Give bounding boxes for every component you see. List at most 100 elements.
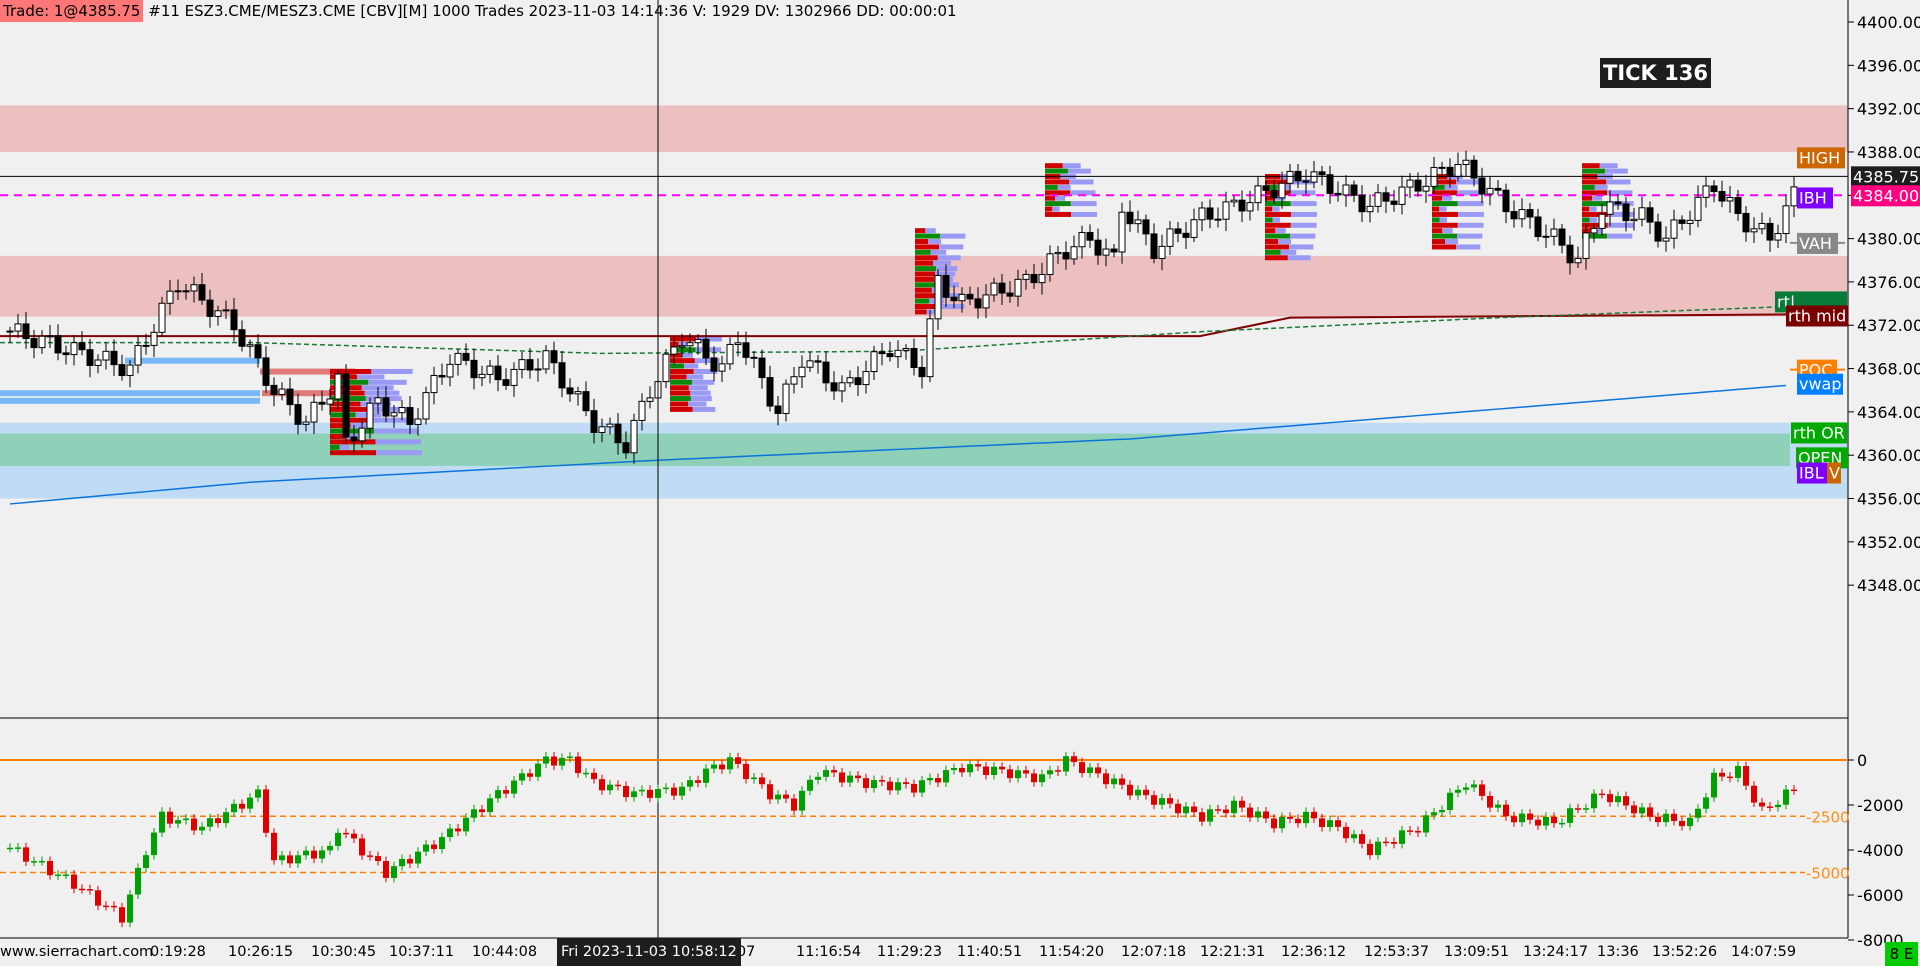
candle-body	[502, 379, 510, 386]
volume-profile-bar	[357, 374, 385, 380]
delta-bar	[631, 791, 637, 798]
volume-profile-bar	[1290, 233, 1316, 239]
candle-body	[942, 274, 950, 298]
candle-body	[358, 427, 366, 442]
price-tick-label: 4400.00	[1857, 13, 1920, 32]
volume-profile-bar	[1582, 163, 1600, 169]
delta-bar	[1055, 770, 1061, 772]
last-price-label: 4385.75	[1853, 167, 1919, 186]
delta-bar	[287, 855, 293, 864]
delta-bar	[167, 811, 173, 824]
candle-body	[1558, 228, 1566, 246]
candle-body	[54, 335, 62, 354]
delta-bar	[991, 766, 997, 776]
delta-bar	[1127, 784, 1133, 796]
candle-body	[206, 299, 214, 317]
volume-profile-bar	[1604, 168, 1628, 174]
candle-body	[382, 397, 390, 417]
candle-body	[582, 391, 590, 412]
delta-bar	[1119, 778, 1125, 785]
price-chart[interactable]: 4400.00 4396.00 4392.00 4388.00 4384.00 4380.…	[0, 0, 1920, 966]
volume-profile-bar	[1062, 163, 1081, 169]
delta-bar	[183, 818, 189, 821]
time-label: 13:52:26	[1652, 944, 1718, 960]
candle-body	[1006, 292, 1014, 297]
candle-body	[1414, 179, 1422, 192]
candle-body	[886, 353, 894, 358]
delta-bar	[1207, 809, 1213, 822]
time-label: 0:19:28	[150, 944, 206, 960]
delta-bar	[823, 770, 829, 777]
delta-bar	[1567, 808, 1573, 823]
delta-bar	[231, 803, 237, 813]
volume-profile-bar	[1290, 201, 1317, 207]
candle-body	[1446, 166, 1454, 177]
delta-bar	[807, 779, 813, 791]
candle-body	[574, 391, 582, 395]
volume-profile-bar	[1272, 206, 1280, 212]
delta-bar	[927, 778, 933, 781]
delta-bar	[727, 757, 733, 770]
candle-body	[966, 293, 974, 300]
delta-bar	[1511, 816, 1517, 823]
price-tick-label: 4360.00	[1857, 446, 1920, 465]
candle-body	[374, 397, 382, 404]
time-label: 12:07:18	[1121, 944, 1187, 960]
candle-body	[470, 359, 478, 379]
candle-body	[814, 360, 822, 363]
delta-bar	[1327, 820, 1333, 828]
delta-bar	[151, 832, 157, 856]
delta-bar	[599, 779, 605, 791]
delta-bar	[1151, 795, 1157, 805]
chart-header: Trade: 1@4385.75 #11 ESZ3.CME/MESZ3.CME …	[0, 0, 957, 22]
candle-body	[238, 329, 246, 347]
delta-bar	[719, 764, 725, 770]
candle-body	[1638, 207, 1646, 220]
volume-profile-bar	[915, 282, 937, 288]
candle-body	[262, 357, 270, 386]
delta-bar	[143, 855, 149, 868]
delta-bar	[711, 764, 717, 769]
volume-profile-bar	[915, 233, 941, 239]
delta-bar	[679, 786, 685, 796]
delta-bar	[855, 775, 861, 779]
volume-profile-bar	[1045, 168, 1068, 174]
time-label: 10:30:45	[311, 944, 377, 960]
candle-body	[46, 335, 54, 338]
candle-body	[1582, 232, 1590, 259]
delta-bar	[1143, 789, 1149, 796]
volume-profile-bar	[330, 417, 373, 423]
candle-body	[878, 351, 886, 355]
candle-body	[1782, 205, 1790, 235]
delta-bar	[447, 828, 453, 838]
volume-profile-bar	[1265, 244, 1290, 250]
delta-tick-label: 0	[1857, 751, 1867, 770]
volume-profile-bar	[1070, 201, 1097, 207]
volume-profile-bar	[1287, 255, 1311, 261]
candle-body	[94, 359, 102, 366]
candle-body	[174, 290, 182, 293]
delta-bar	[431, 844, 437, 850]
delta-bar	[15, 847, 21, 849]
delta-bar	[335, 832, 341, 846]
volume-profile-bar	[915, 287, 932, 293]
time-label: 11:16:54	[796, 944, 862, 960]
delta-bar	[1759, 802, 1765, 807]
delta-bar	[1631, 805, 1637, 814]
delta-bar	[39, 860, 45, 863]
rth-mid-line	[0, 313, 1791, 338]
volume-profile-bar	[692, 406, 716, 412]
volume-profile-bar	[1432, 233, 1458, 239]
status-box[interactable]: 8 E	[1885, 942, 1918, 966]
tick-badge: TICK 136	[1600, 58, 1711, 88]
delta-bar	[1751, 785, 1757, 803]
rth-mid-label: rth mid	[1788, 306, 1846, 325]
delta-bar	[1455, 789, 1461, 793]
candle-body	[662, 353, 670, 383]
candle-body	[214, 310, 222, 317]
candle-body	[1790, 186, 1798, 207]
volume-profile-bar	[1582, 217, 1590, 223]
delta-bar	[1191, 806, 1197, 813]
candle-body	[982, 294, 990, 309]
candle-body	[958, 293, 966, 302]
